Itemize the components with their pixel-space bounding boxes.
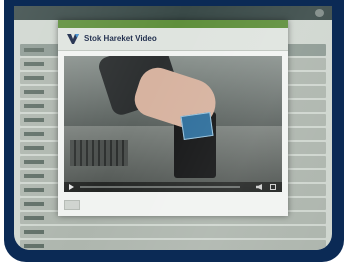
screen: Stok Hareket Video — [14, 6, 332, 250]
table-row[interactable] — [20, 240, 326, 250]
play-icon[interactable] — [69, 184, 74, 190]
modal-top-bar — [58, 20, 288, 28]
modal-close-button[interactable] — [64, 200, 80, 210]
volume-icon[interactable] — [256, 184, 262, 190]
device-frame: Stok Hareket Video — [4, 0, 344, 262]
table-row[interactable] — [20, 226, 326, 238]
video-progress-bar[interactable] — [80, 186, 240, 188]
video-controls — [64, 182, 282, 192]
user-icon[interactable] — [315, 9, 324, 17]
card-image — [180, 112, 214, 140]
app-bar — [14, 6, 332, 20]
modal-title: Stok Hareket Video — [84, 34, 157, 43]
keyboard-image — [70, 140, 128, 166]
video-player[interactable] — [64, 56, 282, 192]
modal-header: Stok Hareket Video — [58, 28, 288, 51]
fullscreen-icon[interactable] — [270, 184, 276, 190]
logo-icon — [67, 34, 79, 44]
video-modal: Stok Hareket Video — [58, 20, 288, 216]
